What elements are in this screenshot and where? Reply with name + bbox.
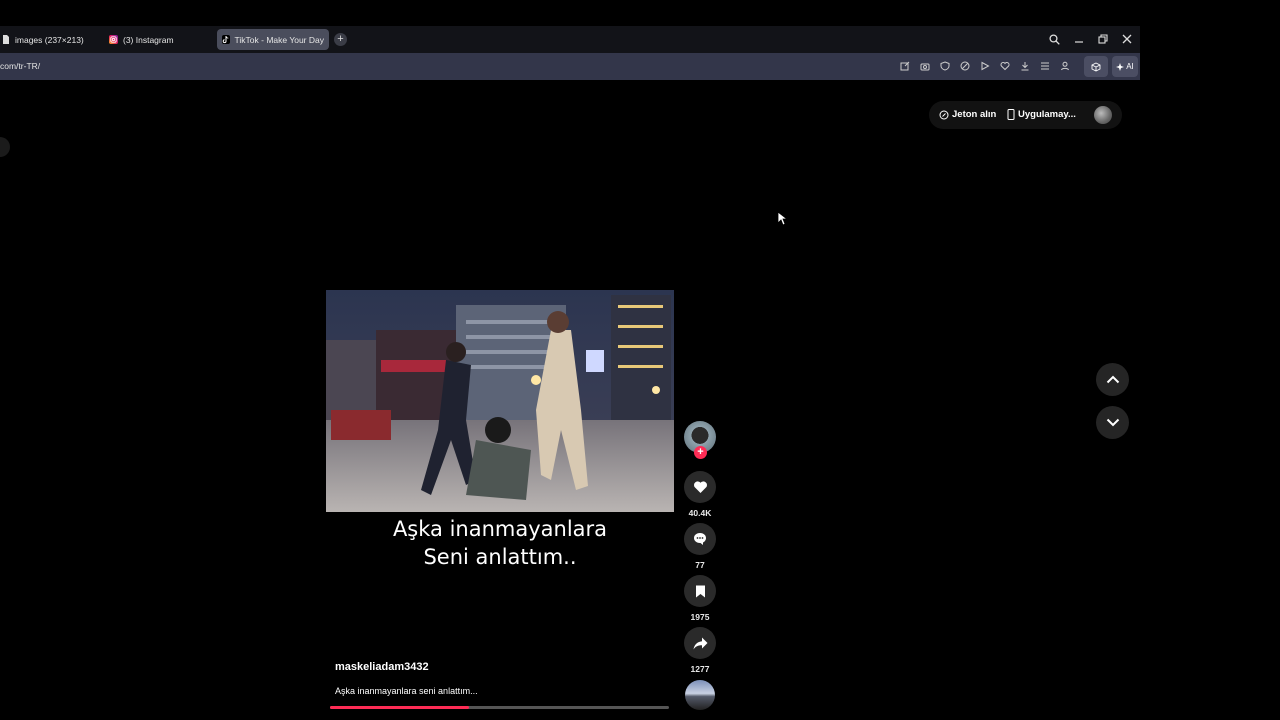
bookmark-button[interactable] (684, 575, 716, 607)
tab-tiktok[interactable]: TikTok - Make Your Day (217, 29, 329, 50)
video-caption-line-1: Aşka inanmayanlara (392, 517, 608, 541)
ai-button[interactable]: AI (1112, 56, 1138, 77)
get-coins-button[interactable]: Jeton alın (939, 109, 996, 120)
save-count: 1975 (690, 612, 710, 622)
user-avatar[interactable] (1094, 106, 1112, 124)
tab-label: images (237×213) (15, 34, 84, 45)
like-action: 40.4K (684, 471, 716, 518)
tiktok-icon (222, 35, 230, 44)
get-app-label: Uygulamay... (1018, 109, 1076, 120)
sparkle-icon (1116, 62, 1125, 71)
shield-icon[interactable] (938, 59, 952, 73)
phone-icon (1007, 109, 1015, 120)
restore-icon[interactable] (1095, 31, 1111, 47)
chevron-down-icon (1106, 418, 1119, 427)
comment-button[interactable] (684, 523, 716, 555)
instagram-icon (109, 35, 118, 44)
previous-video-button[interactable] (1096, 363, 1129, 396)
profile-icon[interactable] (1058, 59, 1072, 73)
mouse-cursor-icon (777, 211, 789, 231)
heart-icon (693, 481, 707, 493)
ai-label: AI (1126, 62, 1134, 71)
menu-icon[interactable] (1038, 59, 1052, 73)
save-action: 1975 (684, 575, 716, 622)
address-bar: com/tr-TR/ AI (0, 53, 1140, 80)
share-count: 1277 (690, 664, 710, 674)
like-button[interactable] (684, 471, 716, 503)
url-field[interactable]: com/tr-TR/ (0, 61, 40, 71)
bookmark-icon (695, 585, 705, 597)
coin-icon (939, 110, 949, 119)
music-disc[interactable] (685, 680, 715, 710)
follow-plus-icon[interactable]: + (694, 446, 707, 459)
video-progress-fill (330, 706, 469, 709)
tab-instagram[interactable]: (3) Instagram (104, 29, 204, 50)
tab-label: (3) Instagram (123, 34, 174, 45)
close-icon[interactable] (1119, 31, 1135, 47)
video-description: Aşka inanmayanlara seni anlattım... (335, 686, 478, 696)
edit-icon[interactable] (898, 59, 912, 73)
minimize-icon[interactable] (1071, 31, 1087, 47)
heart-icon[interactable] (998, 59, 1012, 73)
get-coins-label: Jeton alın (952, 109, 997, 120)
extension-cube-icon[interactable] (1084, 56, 1108, 77)
translate-icon[interactable] (958, 59, 972, 73)
comment-action: 77 (684, 523, 716, 570)
share-icon (693, 637, 707, 649)
creator-avatar-block: + (684, 421, 716, 461)
comment-icon (694, 533, 706, 545)
comment-count: 77 (695, 560, 705, 570)
play-icon[interactable] (978, 59, 992, 73)
video-progress-bar[interactable] (330, 706, 669, 709)
new-tab-button[interactable]: + (334, 33, 347, 46)
tab-images[interactable]: images (237×213) (0, 29, 96, 50)
music-disc-block (684, 680, 716, 710)
browser-tab-bar: images (237×213) (3) Instagram TikTok - … (0, 26, 1140, 53)
chevron-up-icon (1106, 375, 1119, 384)
video-frame-image (326, 290, 674, 512)
video-caption-line-2: Seni anlattım.. (423, 545, 577, 569)
header-actions: Jeton alın Uygulamay... (929, 101, 1122, 129)
file-icon (1, 35, 10, 44)
like-count: 40.4K (688, 508, 712, 518)
share-action: 1277 (684, 627, 716, 674)
share-button[interactable] (684, 627, 716, 659)
tab-label: TikTok - Make Your Day (234, 34, 324, 45)
author-username[interactable]: maskeliadam3432 (335, 661, 429, 673)
get-app-button[interactable]: Uygulamay... (1007, 109, 1076, 120)
download-icon[interactable] (1018, 59, 1032, 73)
left-edge-button[interactable] (0, 137, 10, 157)
camera-icon[interactable] (918, 59, 932, 73)
search-icon[interactable] (1046, 31, 1062, 47)
video-player[interactable] (326, 290, 674, 512)
next-video-button[interactable] (1096, 406, 1129, 439)
